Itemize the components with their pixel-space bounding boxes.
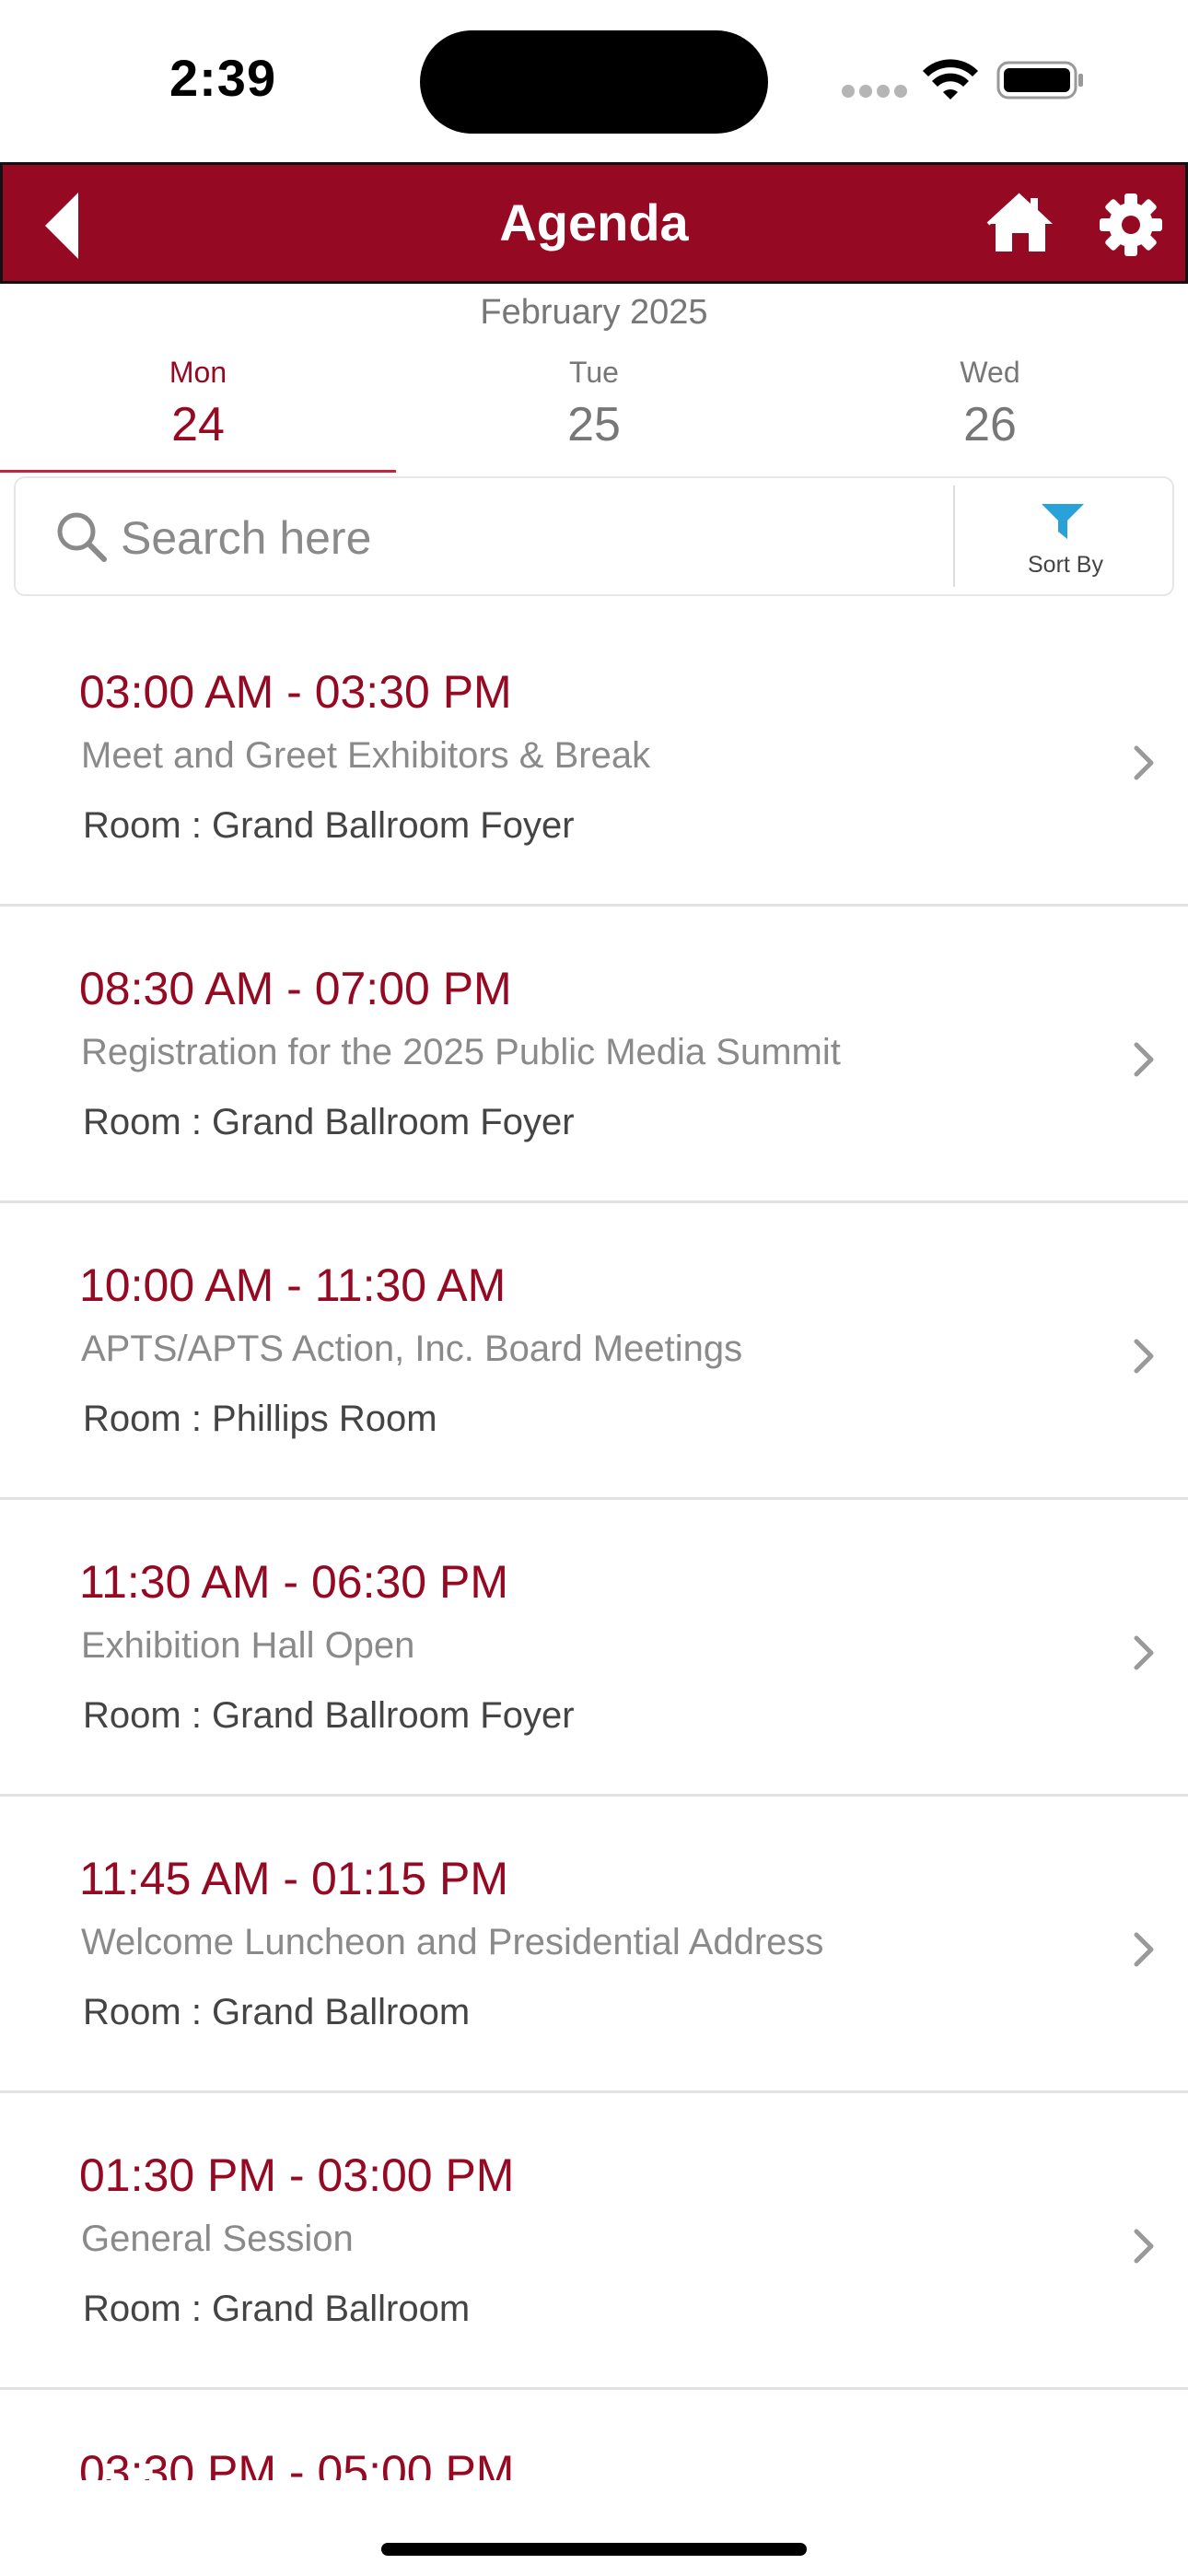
day-tab-mon[interactable]: Mon 24 bbox=[0, 350, 396, 474]
day-tab-wed[interactable]: Wed 26 bbox=[792, 350, 1188, 474]
session-room: Room : Grand Ballroom Foyer bbox=[83, 1102, 575, 1142]
gear-icon[interactable] bbox=[1099, 193, 1163, 257]
session-time: 11:45 AM - 01:15 PM bbox=[79, 1853, 508, 1904]
day-name: Tue bbox=[569, 356, 619, 389]
chevron-right-icon bbox=[1134, 1042, 1154, 1077]
day-number: 26 bbox=[963, 398, 1017, 451]
agenda-item[interactable]: 01:30 PM - 03:00 PM General Session Room… bbox=[0, 2093, 1188, 2390]
sort-by-label: Sort By bbox=[1028, 552, 1103, 578]
dynamic-island bbox=[420, 30, 768, 134]
agenda-item[interactable]: 03:00 AM - 03:30 PM Meet and Greet Exhib… bbox=[0, 610, 1188, 907]
search-input[interactable] bbox=[119, 502, 933, 574]
sort-by-button[interactable]: Sort By bbox=[957, 478, 1174, 594]
battery-icon bbox=[996, 61, 1083, 100]
agenda-item[interactable]: 03:30 PM - 05:00 PM bbox=[0, 2390, 1188, 2480]
chevron-right-icon bbox=[1134, 2229, 1154, 2264]
agenda-item[interactable]: 10:00 AM - 11:30 AM APTS/APTS Action, In… bbox=[0, 1203, 1188, 1500]
session-time: 01:30 PM - 03:00 PM bbox=[79, 2149, 515, 2201]
session-time: 08:30 AM - 07:00 PM bbox=[79, 963, 512, 1014]
home-indicator[interactable] bbox=[381, 2543, 807, 2556]
active-day-indicator bbox=[0, 470, 396, 473]
search-bar: Sort By bbox=[14, 476, 1174, 596]
divider bbox=[953, 486, 955, 587]
chevron-right-icon bbox=[1134, 1339, 1154, 1374]
day-name: Mon bbox=[169, 356, 227, 389]
session-time: 03:00 AM - 03:30 PM bbox=[79, 666, 512, 718]
session-room: Room : Grand Ballroom Foyer bbox=[83, 1695, 575, 1736]
status-time: 2:39 bbox=[169, 49, 277, 107]
month-label: February 2025 bbox=[480, 293, 708, 332]
session-time: 10:00 AM - 11:30 AM bbox=[79, 1259, 507, 1311]
session-title: Registration for the 2025 Public Media S… bbox=[81, 1032, 841, 1072]
wifi-icon bbox=[923, 59, 978, 100]
session-room: Room : Grand Ballroom bbox=[83, 1992, 471, 2032]
session-room: Room : Grand Ballroom bbox=[83, 2289, 471, 2329]
day-number: 25 bbox=[567, 398, 621, 451]
agenda-item[interactable]: 08:30 AM - 07:00 PM Registration for the… bbox=[0, 907, 1188, 1203]
chevron-right-icon bbox=[1134, 1932, 1154, 1967]
session-room: Room : Phillips Room bbox=[83, 1399, 437, 1439]
session-title: Exhibition Hall Open bbox=[81, 1625, 415, 1666]
session-time: 03:30 PM - 05:00 PM bbox=[79, 2446, 515, 2480]
agenda-list: 03:00 AM - 03:30 PM Meet and Greet Exhib… bbox=[0, 610, 1188, 2480]
session-title: Welcome Luncheon and Presidential Addres… bbox=[81, 1922, 824, 1962]
chevron-right-icon bbox=[1134, 1635, 1154, 1670]
day-number: 24 bbox=[171, 398, 225, 451]
status-bar: 2:39 bbox=[0, 0, 1188, 162]
session-title: Meet and Greet Exhibitors & Break bbox=[81, 735, 651, 776]
chevron-right-icon bbox=[1134, 745, 1154, 780]
cellular-signal-icon bbox=[842, 85, 907, 98]
app-header: Agenda bbox=[0, 162, 1188, 284]
agenda-item[interactable]: 11:45 AM - 01:15 PM Welcome Luncheon and… bbox=[0, 1797, 1188, 2093]
day-tab-tue[interactable]: Tue 25 bbox=[396, 350, 792, 474]
session-time: 11:30 AM - 06:30 PM bbox=[79, 1556, 508, 1608]
home-icon[interactable] bbox=[986, 191, 1054, 255]
day-name: Wed bbox=[960, 356, 1020, 389]
filter-icon bbox=[1042, 504, 1084, 539]
agenda-item[interactable]: 11:30 AM - 06:30 PM Exhibition Hall Open… bbox=[0, 1500, 1188, 1797]
session-title: General Session bbox=[81, 2219, 354, 2259]
search-icon bbox=[57, 512, 107, 562]
session-room: Room : Grand Ballroom Foyer bbox=[83, 805, 575, 846]
session-title: APTS/APTS Action, Inc. Board Meetings bbox=[81, 1329, 743, 1369]
